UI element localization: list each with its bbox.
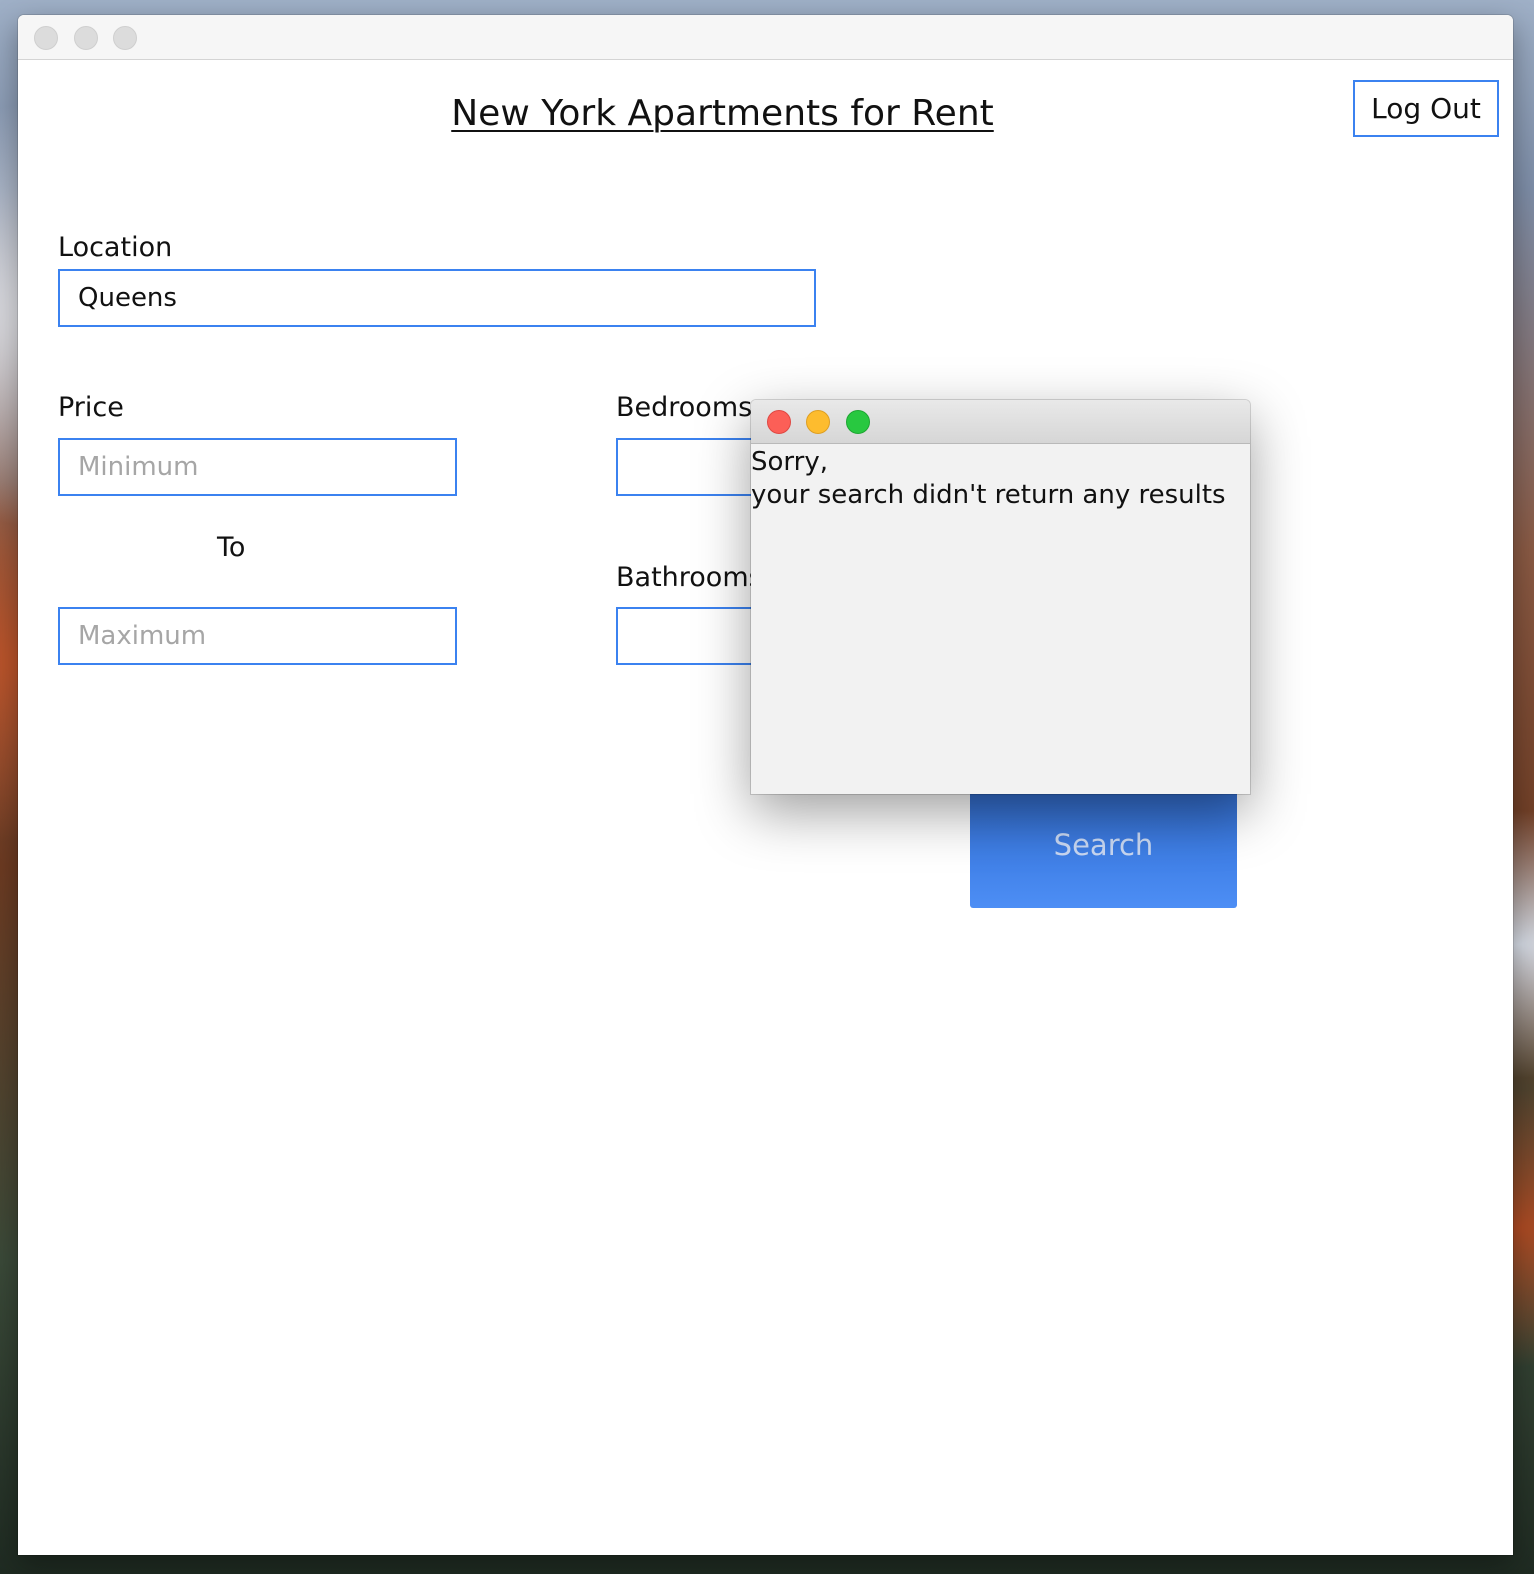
page-title: New York Apartments for Rent — [18, 93, 1427, 134]
dialog-minimize-icon[interactable] — [806, 410, 830, 434]
dialog-titlebar[interactable] — [751, 400, 1250, 444]
search-button[interactable]: Search — [970, 775, 1237, 908]
dialog-message-line2: your search didn't return any results — [751, 480, 1226, 510]
page-title-text: New York Apartments for Rent — [451, 93, 994, 134]
price-to-label: To — [217, 532, 246, 563]
location-label: Location — [58, 232, 173, 263]
zoom-icon[interactable] — [113, 26, 137, 50]
location-input[interactable]: Queens — [58, 269, 816, 327]
dialog-message-line1: Sorry, — [751, 447, 828, 477]
close-icon[interactable] — [34, 26, 58, 50]
dialog-close-icon[interactable] — [767, 410, 791, 434]
window-titlebar[interactable] — [18, 15, 1513, 60]
dialog-message: Sorry, your search didn't return any res… — [751, 446, 1226, 512]
dialog-zoom-icon[interactable] — [846, 410, 870, 434]
price-maximum-input[interactable]: Maximum — [58, 607, 457, 665]
bedrooms-label: Bedrooms — [616, 392, 753, 423]
bathrooms-label: Bathrooms — [616, 562, 763, 593]
price-label: Price — [58, 392, 124, 423]
logout-button[interactable]: Log Out — [1353, 80, 1499, 137]
price-minimum-input[interactable]: Minimum — [58, 438, 457, 496]
no-results-dialog: Sorry, your search didn't return any res… — [751, 400, 1250, 794]
minimize-icon[interactable] — [74, 26, 98, 50]
